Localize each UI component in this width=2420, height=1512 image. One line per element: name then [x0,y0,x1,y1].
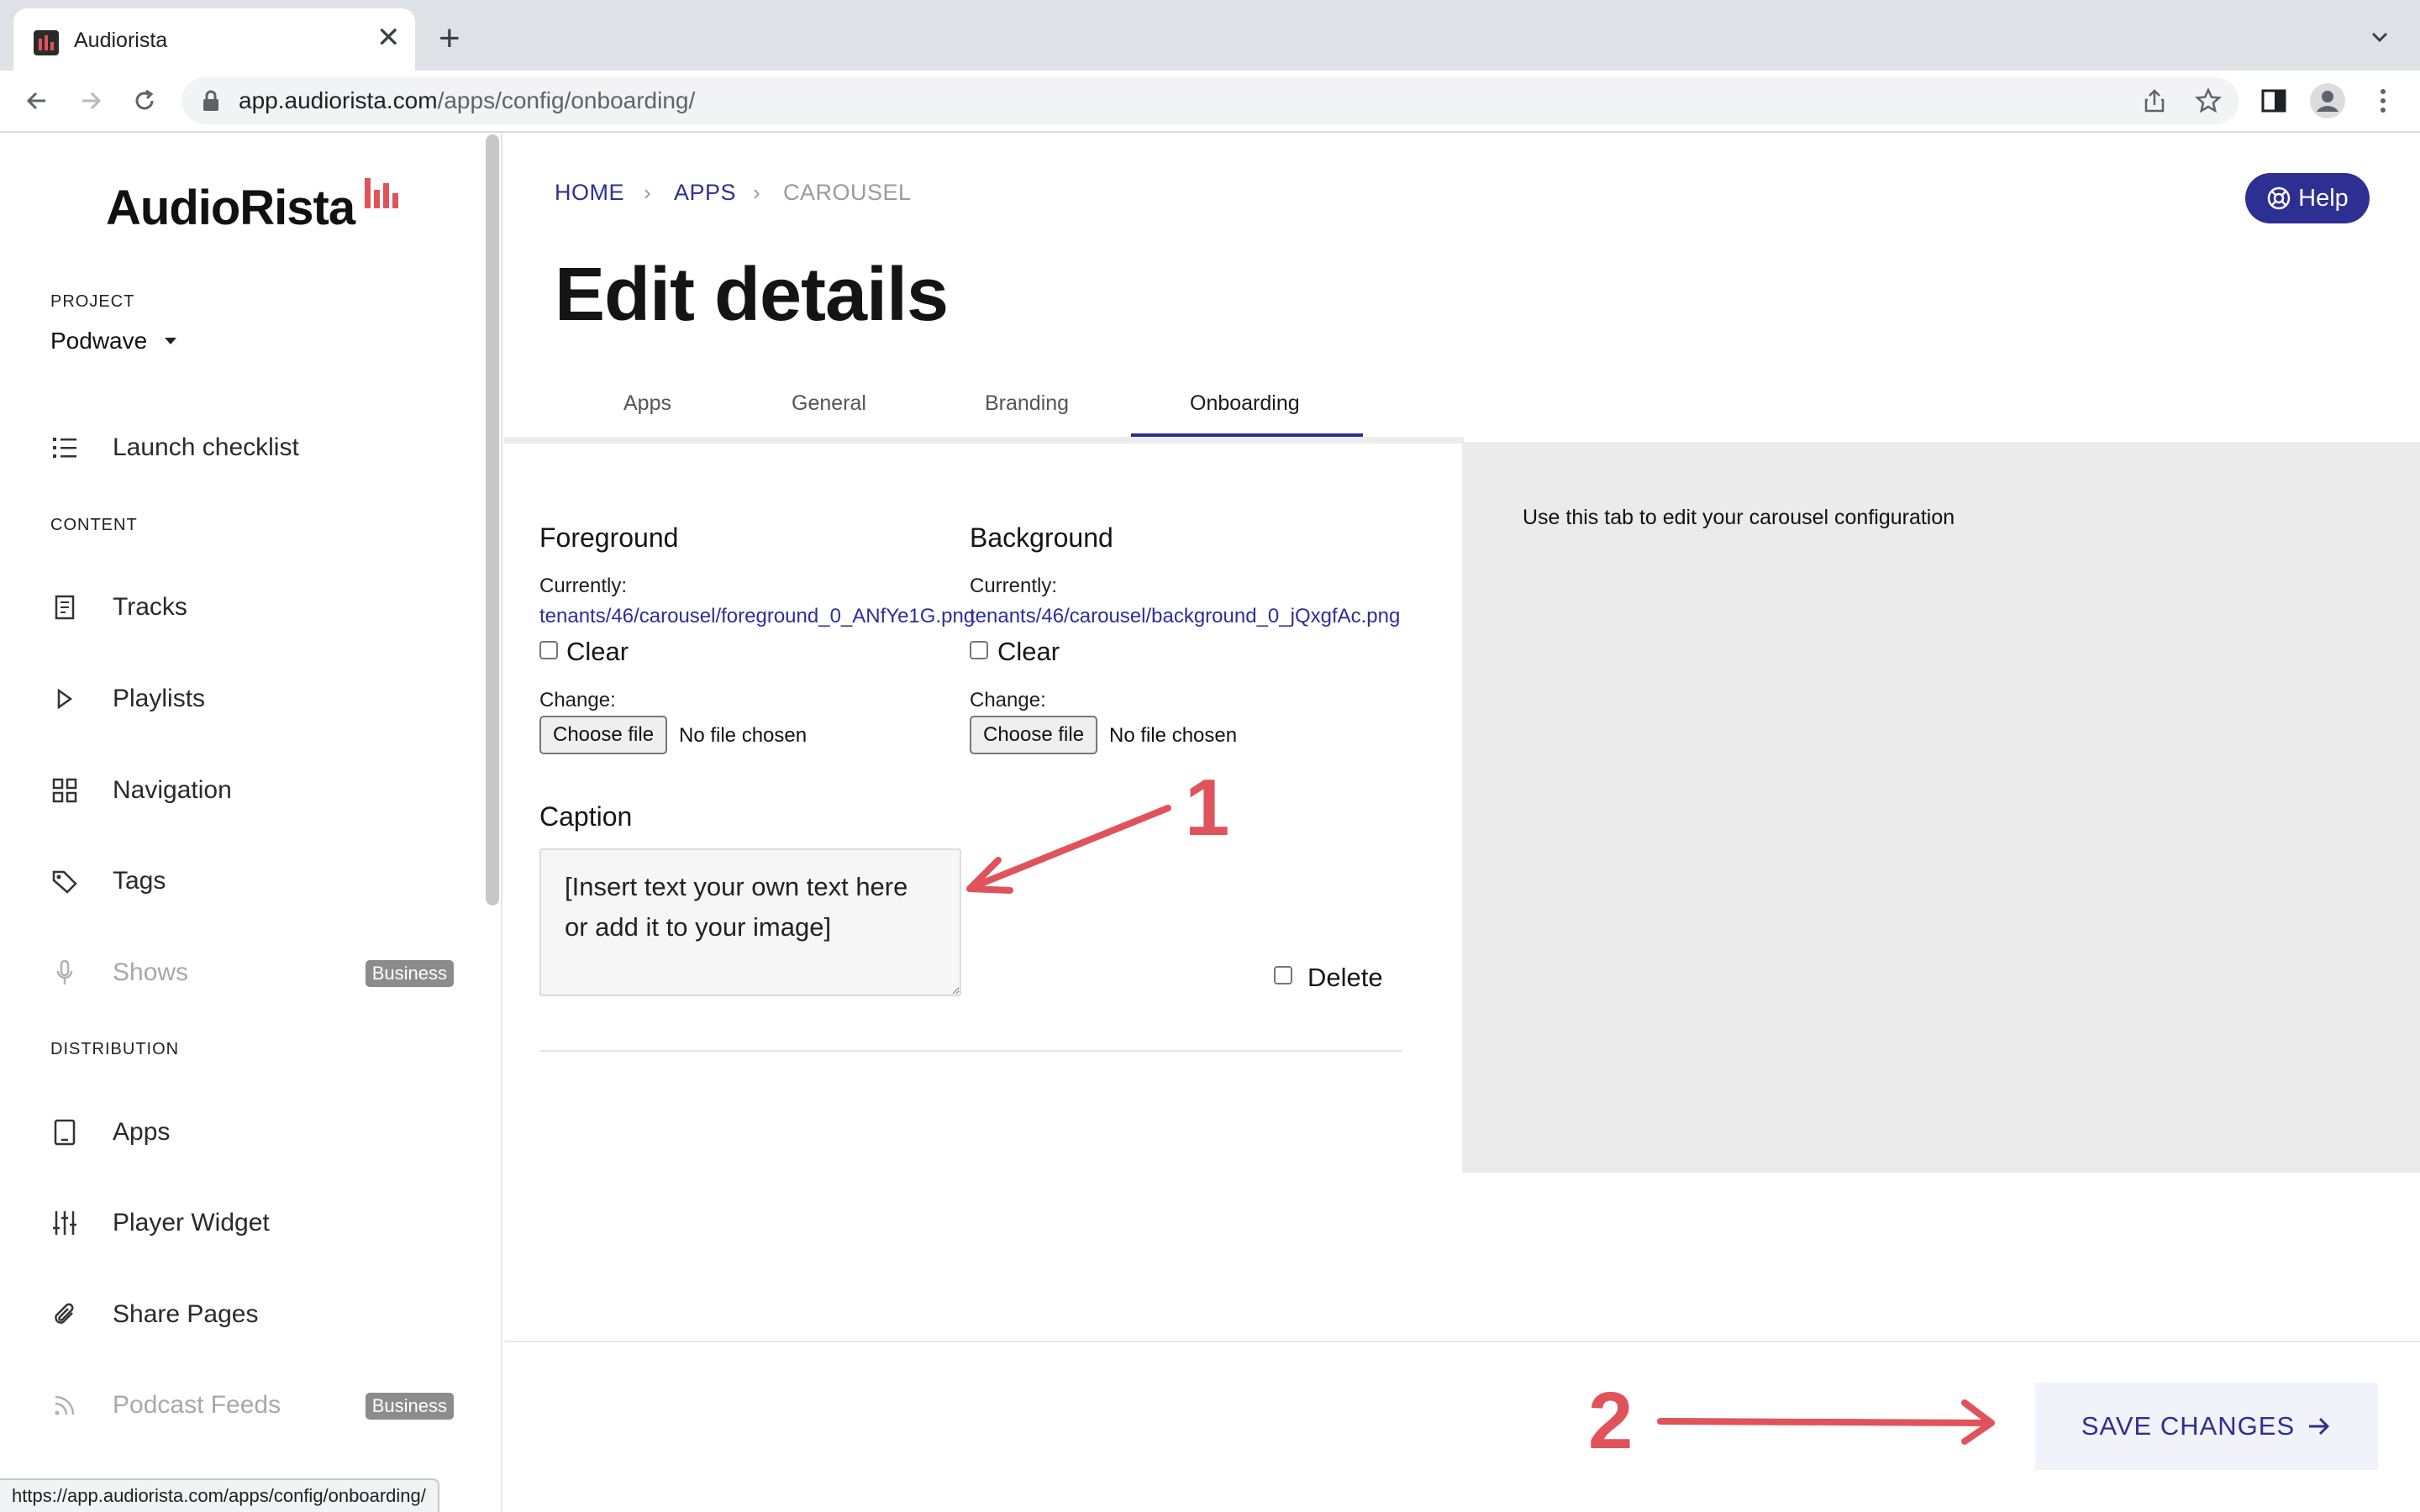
background-file-link[interactable]: tenants/46/carousel/background_0_jQxgfAc… [970,605,1400,628]
paperclip-icon [50,1300,79,1329]
business-badge: Business [365,1393,454,1420]
sidebar-item-tags[interactable]: Tags [50,860,454,902]
foreground-currently-label: Currently: [539,575,628,597]
url-text[interactable]: app.audiorista.com/apps/config/onboardin… [239,87,695,114]
info-panel [1462,442,2420,1173]
microphone-icon [50,958,79,987]
audiorista-favicon-icon [34,30,59,55]
breadcrumb-carousel: CAROUSEL [783,180,912,205]
logo-bars-icon [365,178,398,208]
page-title: Edit details [555,253,949,337]
play-icon [50,685,79,713]
sidebar-item-apps[interactable]: Apps [50,1111,454,1153]
breadcrumb-chevron-icon: › [644,180,651,205]
breadcrumb-chevron-icon: › [753,180,760,205]
background-choose-file-button[interactable]: Choose file [970,716,1098,754]
tabs-divider [504,437,1464,444]
delete-label[interactable]: Delete [1307,963,1383,993]
tab-onboarding[interactable]: Onboarding [1190,391,1300,416]
tab-general[interactable]: General [792,391,866,416]
foreground-file-link[interactable]: tenants/46/carousel/foreground_0_ANfYe1G… [539,605,975,628]
tag-icon [50,867,79,895]
tab-search-chevron-icon[interactable] [2370,27,2390,47]
arrow-right-icon [2309,1417,2330,1436]
reload-icon[interactable] [126,82,163,119]
background-no-file-text: No file chosen [1109,724,1238,747]
background-currently-label: Currently: [970,575,1058,597]
business-badge: Business [365,960,454,987]
footer-divider [504,1341,2420,1342]
save-changes-button[interactable]: SAVE CHANGES [2035,1383,2378,1470]
share-icon[interactable] [2136,82,2173,119]
project-selector[interactable]: Podwave [50,328,147,354]
background-title: Background [970,522,1113,553]
tab-title: Audiorista [74,29,168,52]
lock-icon[interactable] [202,89,220,113]
sidebar-item-shows[interactable]: Shows Business [50,952,454,994]
annotation-number-2: 2 [1588,1376,1634,1466]
profile-avatar-icon[interactable] [2309,82,2346,119]
checklist-icon [50,433,79,462]
tab-apps[interactable]: Apps [623,391,671,416]
bookmark-star-icon[interactable] [2190,82,2227,119]
annotation-arrow-1-icon [966,805,1171,894]
new-tab-icon[interactable]: + [439,20,460,57]
back-arrow-icon[interactable] [18,82,55,119]
form-divider [539,1050,1402,1052]
lifebuoy-icon [2267,186,2291,210]
grid-icon [50,776,79,805]
sidebar-item-player-widget[interactable]: Player Widget [50,1202,454,1244]
background-clear-checkbox[interactable] [970,641,988,659]
annotation-number-1: 1 [1185,763,1230,853]
sidebar-item-tracks[interactable]: Tracks [50,586,454,628]
help-button[interactable]: Help [2245,173,2370,223]
forward-arrow-icon[interactable] [72,82,109,119]
caret-down-icon[interactable] [165,338,176,344]
sliders-icon [50,1209,79,1237]
info-text: Use this tab to edit your carousel confi… [1523,506,1955,529]
sidebar-item-playlists[interactable]: Playlists [50,678,454,720]
browser-menu-icon[interactable] [2365,82,2402,119]
content-section-label: CONTENT [50,516,138,534]
breadcrumb-apps[interactable]: APPS [674,180,736,206]
foreground-change-label: Change: [539,689,616,711]
foreground-no-file-text: No file chosen [679,724,808,747]
tab-close-icon[interactable]: ✕ [376,24,401,52]
sidebar-item-podcast-feeds[interactable]: Podcast Feeds Business [50,1384,454,1426]
background-clear-label[interactable]: Clear [997,637,1060,667]
background-change-label: Change: [970,689,1046,711]
annotation-arrow-2-icon [1657,1399,1995,1445]
sidebar-scrollbar[interactable] [486,134,499,906]
sidebar-item-share-pages[interactable]: Share Pages [50,1294,454,1336]
caption-textarea[interactable]: [Insert text your own text here or add i… [539,848,961,996]
active-tab-indicator [1131,433,1363,437]
link-status-bubble: https://app.audiorista.com/apps/config/o… [0,1478,439,1512]
foreground-clear-label[interactable]: Clear [566,637,629,667]
tab-branding[interactable]: Branding [985,391,1069,416]
rss-icon [50,1391,79,1420]
sidebar-item-navigation[interactable]: Navigation [50,769,454,811]
distribution-section-label: DISTRIBUTION [50,1040,180,1058]
caption-label: Caption [539,801,633,832]
breadcrumb-home[interactable]: HOME [555,180,624,206]
sidebar-item-launch-checklist[interactable]: Launch checklist [50,427,454,469]
delete-checkbox[interactable] [1274,966,1292,984]
document-icon [50,593,79,622]
tablet-icon [50,1118,79,1147]
project-label: PROJECT [50,292,135,311]
foreground-choose-file-button[interactable]: Choose file [539,716,668,754]
foreground-title: Foreground [539,522,679,553]
side-panel-icon[interactable] [2255,82,2292,119]
foreground-clear-checkbox[interactable] [539,641,558,659]
brand-logo[interactable]: AudioRista [106,180,355,236]
